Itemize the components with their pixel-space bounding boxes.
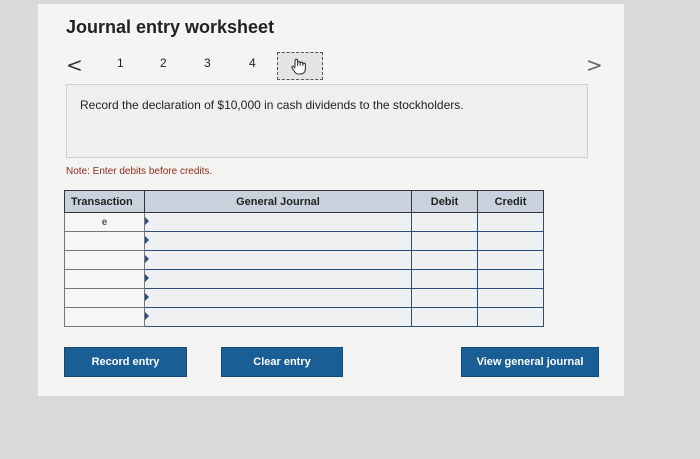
debit-input[interactable]: [411, 250, 478, 270]
account-input[interactable]: [144, 288, 412, 308]
debit-input[interactable]: [411, 269, 478, 289]
credit-input[interactable]: [477, 288, 544, 308]
table-row: [64, 307, 544, 327]
transaction-cell: [64, 288, 145, 308]
table-row: e: [64, 212, 544, 232]
transaction-cell: [64, 231, 145, 251]
step-4[interactable]: 4: [249, 56, 256, 70]
transaction-cell: [64, 269, 145, 289]
credit-input[interactable]: [477, 250, 544, 270]
credit-header: Credit: [477, 190, 544, 213]
table-header-row: Transaction General Journal Debit Credit: [64, 190, 544, 213]
view-general-journal-button[interactable]: View general journal: [461, 347, 599, 377]
credit-input[interactable]: [477, 231, 544, 251]
transaction-cell: [64, 307, 145, 327]
debit-input[interactable]: [411, 212, 478, 232]
credit-input[interactable]: [477, 212, 544, 232]
journal-table: Transaction General Journal Debit Credit…: [64, 190, 544, 327]
transaction-header: Transaction: [64, 190, 145, 213]
clear-entry-button[interactable]: Clear entry: [221, 347, 343, 377]
step-5-current[interactable]: [277, 52, 323, 80]
step-navigation: < 1 2 3 4 >: [0, 52, 700, 80]
next-arrow-icon[interactable]: >: [586, 53, 603, 77]
debit-input[interactable]: [411, 307, 478, 327]
page-title: Journal entry worksheet: [66, 17, 275, 37]
account-input[interactable]: [144, 269, 412, 289]
question-text: Record the declaration of $10,000 in cas…: [80, 98, 464, 112]
dropdown-caret-icon: [145, 255, 149, 263]
record-entry-button[interactable]: Record entry: [64, 347, 187, 377]
account-input[interactable]: [144, 212, 412, 232]
credit-input[interactable]: [477, 269, 544, 289]
debit-input[interactable]: [411, 231, 478, 251]
question-panel: Record the declaration of $10,000 in cas…: [66, 84, 588, 158]
dropdown-caret-icon: [145, 312, 149, 320]
table-row: [64, 231, 544, 251]
transaction-cell: [64, 250, 145, 270]
step-2[interactable]: 2: [160, 56, 167, 70]
debit-header: Debit: [411, 190, 478, 213]
table-row: [64, 250, 544, 270]
credit-input[interactable]: [477, 307, 544, 327]
account-input[interactable]: [144, 307, 412, 327]
dropdown-caret-icon: [145, 274, 149, 282]
table-row: [64, 269, 544, 289]
previous-arrow-icon[interactable]: <: [66, 53, 83, 77]
general-journal-header: General Journal: [144, 190, 412, 213]
table-row: [64, 288, 544, 308]
step-3[interactable]: 3: [204, 56, 211, 70]
account-input[interactable]: [144, 231, 412, 251]
debit-input[interactable]: [411, 288, 478, 308]
dropdown-caret-icon: [145, 217, 149, 225]
dropdown-caret-icon: [145, 293, 149, 301]
hand-pointer-icon: [291, 58, 306, 75]
transaction-cell: e: [64, 212, 145, 232]
account-input[interactable]: [144, 250, 412, 270]
instruction-note: Note: Enter debits before credits.: [66, 166, 213, 177]
dropdown-caret-icon: [145, 236, 149, 244]
step-1[interactable]: 1: [117, 56, 124, 70]
